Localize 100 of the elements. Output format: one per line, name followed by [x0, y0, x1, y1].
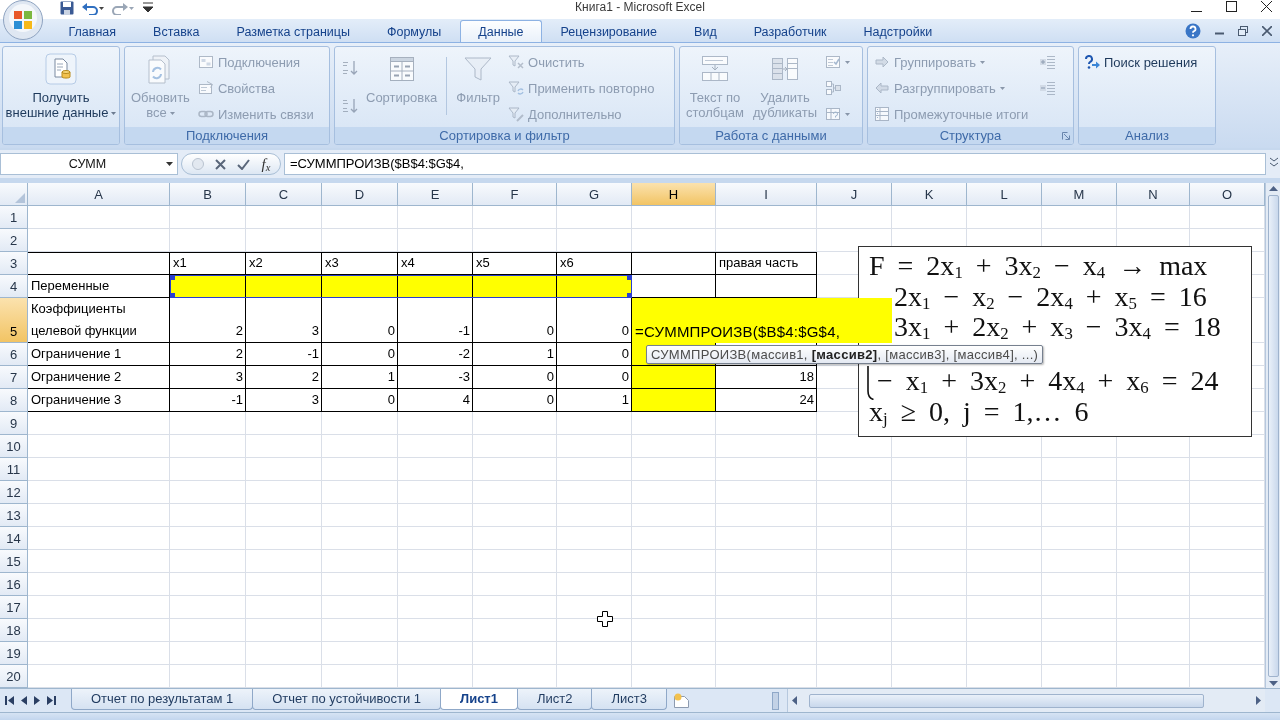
row-header[interactable]: 1	[0, 206, 28, 229]
table-cell[interactable]: x6	[557, 252, 632, 275]
next-sheet-icon[interactable]	[34, 696, 40, 705]
scrollbar-thumb[interactable]	[809, 693, 1204, 708]
ribbon-button[interactable]: Получить внешние данные	[5, 47, 117, 127]
highlighted-cell[interactable]	[632, 366, 716, 389]
row-header[interactable]: 5	[0, 298, 28, 343]
table-cell[interactable]: 2	[246, 366, 322, 389]
row-header[interactable]: 18	[0, 619, 28, 642]
table-cell[interactable]: правая часть	[716, 252, 817, 275]
row-header[interactable]: 17	[0, 596, 28, 619]
table-cell[interactable]: -3	[398, 366, 473, 389]
first-sheet-icon[interactable]	[5, 696, 14, 705]
column-header[interactable]: O	[1190, 183, 1265, 206]
tab-split-handle[interactable]	[772, 691, 779, 710]
table-cell[interactable]	[28, 252, 170, 275]
table-cell[interactable]: 4	[398, 389, 473, 412]
sheet-tab[interactable]: Лист3	[591, 689, 667, 710]
column-header[interactable]: J	[817, 183, 892, 206]
table-cell[interactable]: 1	[473, 343, 557, 366]
row-header[interactable]: 20	[0, 665, 28, 688]
table-cell[interactable]: -1	[246, 343, 322, 366]
ribbon-tab[interactable]: Вид	[675, 21, 736, 42]
row-header[interactable]: 9	[0, 412, 28, 435]
scrollbar-thumb[interactable]	[1267, 195, 1279, 677]
ribbon-button[interactable]: Поиск решения	[1082, 51, 1200, 73]
last-sheet-icon[interactable]	[47, 696, 56, 705]
table-cell[interactable]: 3	[170, 366, 246, 389]
undo-icon[interactable]	[82, 0, 104, 15]
table-cell[interactable]: -1	[170, 389, 246, 412]
row-header[interactable]: 8	[0, 389, 28, 412]
new-sheet-icon[interactable]	[672, 693, 691, 708]
row-header[interactable]: 3	[0, 252, 28, 275]
row-header[interactable]: 19	[0, 642, 28, 665]
column-header[interactable]: D	[322, 183, 398, 206]
column-header[interactable]: H	[632, 183, 716, 206]
cell-editor[interactable]: =СУММПРОИЗВ($B$4:$G$4,	[632, 298, 892, 343]
range-handle[interactable]	[170, 275, 175, 280]
table-cell[interactable]: x2	[246, 252, 322, 275]
column-header[interactable]: N	[1117, 183, 1190, 206]
ribbon-tab[interactable]: Рецензирование	[542, 21, 676, 42]
row-header[interactable]: 12	[0, 481, 28, 504]
table-cell[interactable]: -2	[398, 343, 473, 366]
vertical-scrollbar[interactable]	[1265, 183, 1280, 688]
table-cell[interactable]: 18	[716, 366, 817, 389]
ribbon-tab[interactable]: Надстройки	[845, 21, 951, 42]
table-cell[interactable]: Ограничение 3	[28, 389, 170, 412]
table-cell[interactable]: 3	[246, 389, 322, 412]
sheet-tab[interactable]: Отчет по результатам 1	[71, 689, 254, 710]
row-header[interactable]: 13	[0, 504, 28, 527]
help-icon[interactable]	[1185, 22, 1201, 39]
maximize-icon[interactable]	[1226, 1, 1237, 12]
sheet-tab[interactable]: Отчет по устойчивости 1	[252, 689, 442, 710]
scroll-down-icon[interactable]	[1268, 681, 1278, 686]
table-cell[interactable]: 24	[716, 389, 817, 412]
formula-input[interactable]: =СУММПРОИЗВ($B$4:$G$4,	[284, 153, 1266, 175]
insert-function-button[interactable]: f$_{x}$	[261, 156, 271, 172]
table-cell[interactable]: 2	[170, 343, 246, 366]
table-cell[interactable]: Коэффициенты целевой функции	[28, 298, 170, 343]
check-icon[interactable]	[237, 158, 251, 170]
column-header[interactable]: G	[557, 183, 632, 206]
scroll-right-icon[interactable]	[1256, 696, 1261, 705]
close-icon[interactable]	[1261, 1, 1272, 12]
column-header[interactable]: F	[473, 183, 557, 206]
row-header[interactable]: 4	[0, 275, 28, 298]
table-cell[interactable]: 0	[322, 343, 398, 366]
row-header[interactable]: 14	[0, 527, 28, 550]
name-box[interactable]: СУММ	[0, 153, 178, 175]
row-header[interactable]: 2	[0, 229, 28, 252]
table-cell[interactable]: x5	[473, 252, 557, 275]
table-cell[interactable]	[632, 252, 716, 275]
dialog-launcher-icon[interactable]	[1062, 131, 1070, 140]
ribbon-tab[interactable]: Главная	[50, 21, 135, 42]
column-header[interactable]: K	[892, 183, 967, 206]
row-header[interactable]: 15	[0, 550, 28, 573]
ribbon-tab[interactable]: Формулы	[368, 21, 460, 42]
scroll-left-icon[interactable]	[792, 696, 797, 705]
column-header[interactable]: I	[716, 183, 817, 206]
row-header[interactable]: 10	[0, 435, 28, 458]
table-cell[interactable]: 2	[170, 298, 246, 343]
table-cell[interactable]: 0	[473, 298, 557, 343]
column-header[interactable]: B	[170, 183, 246, 206]
row-header[interactable]: 11	[0, 458, 28, 481]
row-header[interactable]: 7	[0, 366, 28, 389]
table-cell[interactable]: -1	[398, 298, 473, 343]
row-header[interactable]: 16	[0, 573, 28, 596]
range-handle[interactable]	[627, 293, 632, 298]
table-cell[interactable]: 0	[322, 389, 398, 412]
restore-icon[interactable]	[1238, 25, 1248, 36]
table-cell[interactable]: x4	[398, 252, 473, 275]
customize-caret-icon[interactable]	[142, 0, 154, 15]
horizontal-scrollbar[interactable]	[787, 689, 1265, 712]
ribbon-tab[interactable]: Разметка страницы	[218, 21, 369, 42]
column-header[interactable]: E	[398, 183, 473, 206]
range-handle[interactable]	[170, 293, 175, 298]
save-icon[interactable]	[60, 0, 74, 15]
table-cell[interactable]: x3	[322, 252, 398, 275]
ribbon-tab[interactable]: Вставка	[134, 21, 219, 42]
table-cell[interactable]: x1	[170, 252, 246, 275]
column-header[interactable]: M	[1042, 183, 1117, 206]
